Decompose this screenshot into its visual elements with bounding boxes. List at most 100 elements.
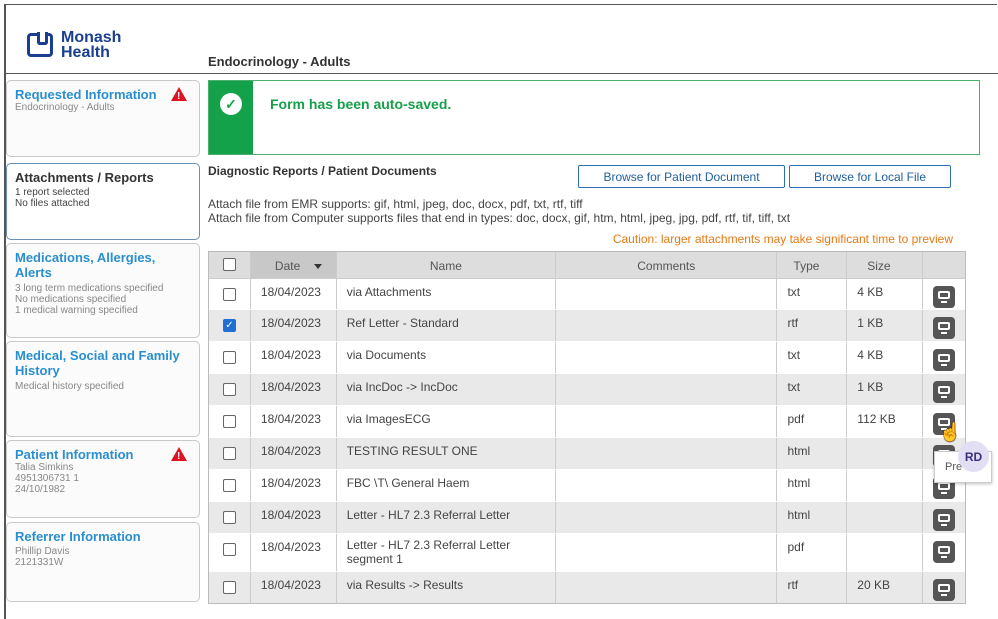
row-date: 18/04/2023 (251, 470, 337, 501)
row-checkbox[interactable] (223, 288, 236, 301)
table-row[interactable]: 18/04/2023 via Documents txt 4 KB (209, 342, 965, 374)
sidebar-item-referrer-information[interactable]: Referrer Information Phillip Davis 21213… (6, 522, 200, 602)
preview-icon[interactable] (933, 381, 956, 403)
row-name: via ImagesECG (337, 406, 557, 437)
hand-cursor-icon: ☝ (939, 422, 962, 442)
row-checkbox[interactable] (223, 511, 236, 524)
table-row[interactable]: 18/04/2023 via IncDoc -> IncDoc txt 1 KB (209, 374, 965, 406)
browse-local-file-button[interactable]: Browse for Local File (789, 165, 951, 188)
row-comments (556, 406, 778, 437)
row-size: 20 KB (847, 572, 924, 603)
table-row[interactable]: 18/04/2023 via ImagesECG pdf 112 KB (209, 406, 965, 438)
logo-line-2: Health (61, 44, 110, 61)
row-checkbox[interactable] (223, 479, 236, 492)
row-comments (556, 438, 778, 469)
row-size (847, 502, 924, 533)
size-column-header: Size (847, 252, 924, 278)
documents-table: Date Name Comments Type Size 18/04/2023 … (208, 251, 966, 604)
row-name: via Documents (337, 342, 557, 373)
row-comments (556, 534, 778, 571)
preview-column-header (923, 252, 965, 278)
sidebar-item-label: Requested Information (15, 87, 157, 102)
autosave-message: Form has been auto-saved. (270, 96, 452, 112)
preview-icon[interactable] (933, 349, 956, 371)
row-checkbox[interactable] (223, 581, 236, 594)
row-date: 18/04/2023 (251, 374, 337, 405)
avatar[interactable]: RD (958, 441, 989, 472)
table-row[interactable]: ✓ 18/04/2023 Ref Letter - Standard rtf 1… (209, 310, 965, 342)
row-size (847, 438, 924, 469)
table-row[interactable]: 18/04/2023 via Results -> Results rtf 20… (209, 572, 965, 603)
section-title: Diagnostic Reports / Patient Documents (208, 164, 437, 178)
type-column-header: Type (777, 252, 848, 278)
logo-line-1: Monash (61, 29, 122, 46)
sidebar-item-medications-allergies-alerts[interactable]: Medications, Allergies, Alerts 3 long te… (6, 243, 200, 338)
sidebar-item-requested-information[interactable]: Requested Information Endocrinology - Ad… (6, 80, 200, 157)
preview-icon[interactable] (933, 541, 956, 563)
row-comments (556, 374, 778, 405)
comments-column-header: Comments (556, 252, 778, 278)
row-date: 18/04/2023 (251, 342, 337, 373)
header-divider (5, 73, 998, 74)
preview-icon[interactable] (933, 286, 956, 308)
row-date: 18/04/2023 (251, 534, 337, 571)
row-name: Letter - HL7 2.3 Referral Letter (337, 502, 557, 533)
table-row[interactable]: 18/04/2023 TESTING RESULT ONE html (209, 438, 965, 470)
sidebar-item-attachments-reports[interactable]: Attachments / Reports 1 report selected … (6, 163, 200, 240)
row-type: pdf (777, 534, 848, 571)
row-name: FBC \T\ General Haem (337, 470, 557, 501)
row-date: 18/04/2023 (251, 279, 337, 309)
row-size: 1 KB (847, 374, 924, 405)
row-checkbox[interactable]: ✓ (223, 319, 236, 332)
preview-icon[interactable] (933, 509, 956, 531)
row-name: via Results -> Results (337, 572, 557, 603)
sidebar-item-detail: 1 medical warning specified (15, 305, 138, 316)
sidebar-item-medical-social-family-history[interactable]: Medical, Social and Family History Medic… (6, 341, 200, 437)
row-size: 112 KB (847, 406, 924, 437)
row-date: 18/04/2023 (251, 438, 337, 469)
row-name: via Attachments (337, 279, 557, 309)
warning-icon (171, 447, 187, 464)
row-checkbox[interactable] (223, 447, 236, 460)
row-type: html (777, 502, 848, 533)
row-type: pdf (777, 406, 848, 437)
row-checkbox[interactable] (223, 351, 236, 364)
sidebar-item-detail: 4951306731 1 (15, 473, 79, 484)
row-type: txt (777, 342, 848, 373)
row-checkbox[interactable] (223, 543, 236, 556)
select-all-checkbox[interactable] (223, 258, 236, 271)
preview-icon[interactable] (933, 579, 956, 601)
row-comments (556, 279, 778, 309)
sidebar-item-detail: Phillip Davis (15, 546, 70, 557)
table-header-row: Date Name Comments Type Size (209, 252, 965, 279)
sidebar-item-patient-information[interactable]: Patient Information Talia Simkins 495130… (6, 440, 200, 518)
row-comments (556, 310, 778, 341)
row-size (847, 470, 924, 501)
table-row[interactable]: 18/04/2023 Letter - HL7 2.3 Referral Let… (209, 502, 965, 534)
row-checkbox[interactable] (223, 383, 236, 396)
row-size: 4 KB (847, 279, 924, 309)
row-type: rtf (777, 572, 848, 603)
row-type: txt (777, 279, 848, 309)
table-row[interactable]: 18/04/2023 via Attachments txt 4 KB (209, 279, 965, 310)
page-title: Endocrinology - Adults (208, 54, 351, 69)
row-checkbox[interactable] (223, 415, 236, 428)
autosave-banner: ✓ Form has been auto-saved. (208, 80, 980, 155)
row-comments (556, 572, 778, 603)
sidebar-item-label: Medical, Social and Family History (15, 348, 180, 378)
browse-patient-document-button[interactable]: Browse for Patient Document (578, 165, 785, 188)
row-comments (556, 470, 778, 501)
date-column-header[interactable]: Date (250, 252, 337, 278)
warning-icon (171, 87, 187, 104)
row-type: html (777, 438, 848, 469)
preview-icon[interactable] (933, 317, 956, 339)
table-row[interactable]: 18/04/2023 Letter - HL7 2.3 Referral Let… (209, 534, 965, 572)
row-type: txt (777, 374, 848, 405)
caution-text: Caution: larger attachments may take sig… (612, 232, 953, 246)
row-comments (556, 342, 778, 373)
sidebar-item-detail: 2121331W (15, 557, 64, 568)
sidebar-item-label: Attachments / Reports (15, 170, 154, 185)
row-date: 18/04/2023 (251, 406, 337, 437)
table-row[interactable]: 18/04/2023 FBC \T\ General Haem html (209, 470, 965, 502)
sidebar-item-detail: Talia Simkins (15, 462, 74, 473)
